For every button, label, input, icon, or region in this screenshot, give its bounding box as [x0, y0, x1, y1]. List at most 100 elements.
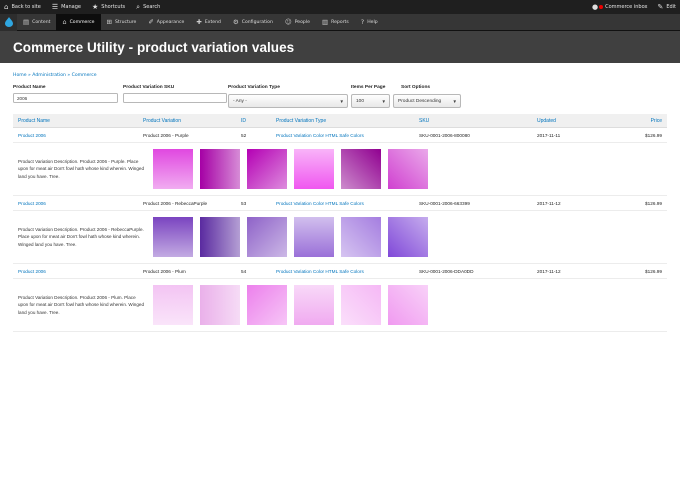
sku-label: Product Variation SKU — [123, 85, 175, 90]
color-swatch-image[interactable] — [294, 285, 334, 325]
product-name-link[interactable]: Product 2006 — [13, 269, 143, 274]
table-header: Product Name Product Variation ID Produc… — [13, 114, 667, 128]
product-name-input[interactable]: 2006 — [13, 93, 118, 103]
color-swatch-image[interactable] — [200, 285, 240, 325]
color-swatch-image[interactable] — [247, 149, 287, 189]
tray-item-help[interactable]: ? Help — [355, 14, 384, 31]
edit-label: Edit — [666, 4, 676, 10]
sort-select[interactable]: Product Descending ▼ — [393, 94, 461, 108]
search-icon: ⌕ — [136, 2, 141, 11]
color-swatch-image[interactable] — [247, 285, 287, 325]
color-swatch-image[interactable] — [341, 217, 381, 257]
variation-description: Product Variation Description. Product 2… — [18, 226, 144, 247]
edit-button[interactable]: ✎ Edit — [657, 3, 676, 11]
tray-label: Reports — [331, 19, 349, 25]
tray-item-reports[interactable]: ▥ Reports — [316, 14, 355, 31]
column-header-variation[interactable]: Product Variation — [143, 118, 241, 124]
table-row: Product 2006 Product 2006 - Purple 52 Produ… — [13, 128, 667, 143]
column-header-updated[interactable]: Updated — [537, 118, 617, 124]
variation-type-link[interactable]: Product Variation Color HTML Safe Colors — [276, 269, 419, 274]
sort-label: Sort Options — [401, 85, 431, 90]
color-swatch-image[interactable] — [341, 149, 381, 189]
tray-item-extend[interactable]: ✚ Extend — [190, 14, 227, 31]
color-swatch-image[interactable] — [153, 217, 193, 257]
tray-item-structure[interactable]: ⊞ Structure — [101, 14, 143, 31]
color-swatch-image[interactable] — [341, 285, 381, 325]
color-swatch-image[interactable] — [388, 149, 428, 189]
sku-input[interactable] — [123, 93, 227, 103]
shortcuts-button[interactable]: ★ Shortcuts — [91, 2, 125, 11]
per-page-value: 100 — [356, 98, 365, 104]
tray-item-people[interactable]: ☺ People — [279, 14, 316, 31]
price-cell: $126.99 — [645, 268, 662, 274]
color-swatch-image[interactable] — [153, 285, 193, 325]
variation-detail: Product Variation Description. Product 2… — [13, 279, 667, 332]
notification-badge — [599, 5, 604, 9]
per-page-select[interactable]: 100 ▼ — [351, 94, 390, 108]
column-header-product-name[interactable]: Product Name — [13, 118, 143, 124]
back-to-site-link[interactable]: ⌂ Back to site — [4, 3, 41, 11]
commerce-inbox-button[interactable]: ● Commerce inbox — [592, 3, 648, 11]
commerce-inbox-label: Commerce inbox — [605, 4, 648, 10]
people-icon: ☺ — [284, 18, 292, 26]
content-icon: ▤ — [23, 18, 30, 26]
color-swatch-image[interactable] — [388, 285, 428, 325]
color-swatch-image[interactable] — [247, 217, 287, 257]
table-row: Product 2006 Product 2006 - RebeccaPurple… — [13, 196, 667, 211]
chevron-down-icon: ▼ — [339, 98, 344, 104]
color-swatch-image[interactable] — [294, 149, 334, 189]
tray-label: Content — [32, 19, 51, 25]
price-cell: $126.99 — [645, 200, 662, 206]
chevron-down-icon: ▼ — [452, 98, 457, 104]
search-button[interactable]: ⌕ Search — [136, 2, 161, 11]
color-swatch-image[interactable] — [294, 217, 334, 257]
wrench-icon: ⚙ — [232, 18, 239, 26]
color-swatch-image[interactable] — [153, 149, 193, 189]
column-header-id[interactable]: ID — [241, 118, 276, 124]
product-name-link[interactable]: Product 2006 — [13, 133, 143, 138]
sort-filter: Sort Options Product Descending ▼ — [393, 85, 461, 108]
id-cell: 54 — [241, 268, 247, 274]
color-swatch-image[interactable] — [200, 149, 240, 189]
tray-item-commerce[interactable]: ⌂ Commerce — [56, 13, 101, 31]
variation-description: Product Variation Description. Product 2… — [18, 294, 144, 315]
product-name-label: Product Name — [13, 85, 46, 90]
tray-label: Extend — [204, 19, 221, 25]
table-body: Product 2006 Product 2006 - Purple 52 Produ… — [13, 128, 667, 332]
search-label: Search — [143, 4, 161, 10]
page-title: Commerce Utility - product variation val… — [13, 39, 295, 55]
updated-cell: 2017-11-11 — [537, 132, 561, 138]
main-content: Home » Administration » Commerce Product… — [0, 73, 680, 332]
help-icon: ? — [360, 18, 365, 26]
color-swatches — [153, 149, 435, 189]
variation-type-link[interactable]: Product Variation Color HTML Safe Colors — [276, 133, 419, 138]
type-filter: Product Variation Type - Any - ▼ — [228, 85, 348, 108]
tray-label: Help — [367, 19, 378, 25]
page-header: Commerce Utility - product variation val… — [0, 31, 680, 63]
column-header-sku[interactable]: SKU — [419, 118, 537, 124]
star-icon: ★ — [91, 2, 99, 11]
color-swatch-image[interactable] — [388, 217, 428, 257]
product-name-link[interactable]: Product 2006 — [13, 201, 143, 206]
variation-type-link[interactable]: Product Variation Color HTML Safe Colors — [276, 201, 419, 206]
tray-item-appearance[interactable]: ✐ Appearance — [142, 14, 190, 31]
manage-button[interactable]: ☰ Manage — [52, 3, 81, 11]
product-name-filter: Product Name 2006 — [13, 85, 118, 103]
column-header-price[interactable]: Price — [617, 118, 667, 124]
breadcrumb[interactable]: Home » Administration » Commerce — [13, 73, 667, 81]
color-swatches — [153, 217, 435, 257]
per-page-filter: Items Per Page 100 ▼ — [351, 85, 390, 108]
tray-item-content[interactable]: ▤ Content — [17, 14, 56, 31]
type-select[interactable]: - Any - ▼ — [228, 94, 348, 108]
color-swatch-image[interactable] — [200, 217, 240, 257]
column-header-type[interactable]: Product Variation Type — [276, 118, 419, 124]
variation-detail: Product Variation Description. Product 2… — [13, 143, 667, 196]
sku-cell: SKU-0001-2006-DDA0DD — [419, 268, 474, 274]
results-table: Product Name Product Variation ID Produc… — [13, 114, 667, 332]
drupal-logo-icon[interactable] — [0, 13, 17, 31]
tray-item-configuration[interactable]: ⚙ Configuration — [227, 14, 279, 31]
variation-cell: Product 2006 - Plum — [143, 268, 186, 274]
id-cell: 53 — [241, 200, 247, 206]
filter-form: Product Name 2006 Product Variation SKU … — [13, 85, 667, 108]
variation-detail: Product Variation Description. Product 2… — [13, 211, 667, 264]
